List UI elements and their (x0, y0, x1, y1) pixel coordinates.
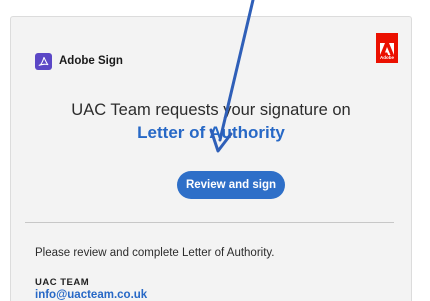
sender-name: UAC TEAM (35, 277, 90, 288)
document-title: Letter of Authority (137, 123, 285, 142)
email-card: Adobe Sign Adobe UAC Team requests your … (10, 16, 412, 301)
body-text: Please review and complete Letter of Aut… (35, 247, 275, 259)
request-line: UAC Team requests your signature on (71, 101, 351, 119)
brand-name: Adobe Sign (59, 55, 123, 67)
divider (25, 222, 394, 223)
adobe-sign-icon (35, 52, 52, 70)
adobe-logo-icon: Adobe (376, 33, 398, 63)
sender-email-link[interactable]: info@uacteam.co.uk (35, 289, 147, 301)
review-and-sign-button[interactable]: Review and sign (177, 171, 285, 199)
brand-header: Adobe Sign (35, 52, 123, 70)
logo-text: Adobe (380, 54, 394, 60)
